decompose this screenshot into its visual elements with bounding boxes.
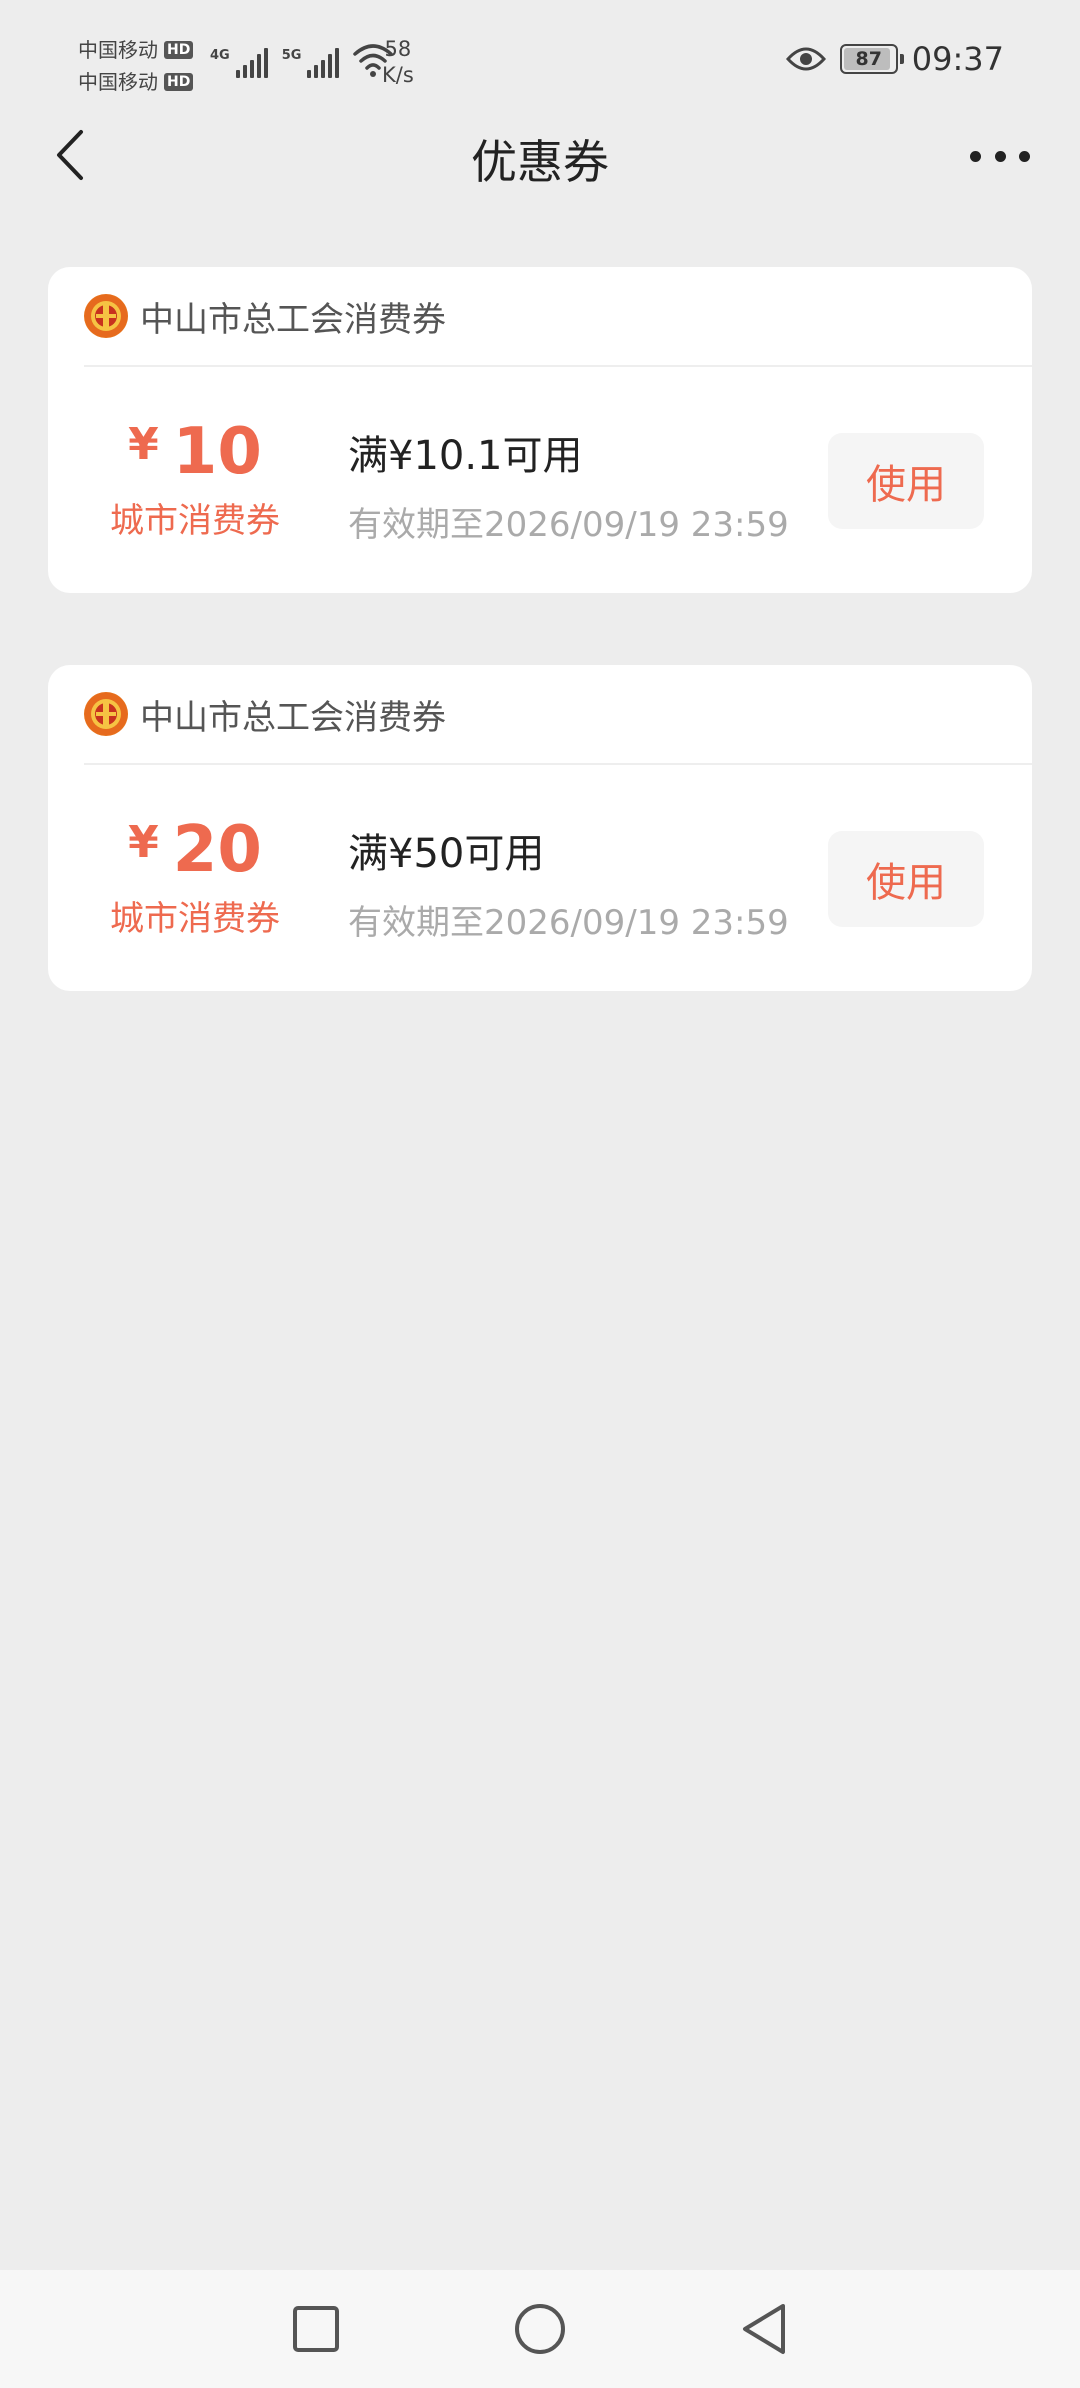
coupon-issuer: 中山市总工会消费券 bbox=[140, 299, 446, 340]
coupon-validity: 有效期至2026/09/19 23:59 bbox=[348, 903, 789, 943]
carrier-name-1: 中国移动 bbox=[78, 38, 158, 62]
network-type-1: 4G bbox=[210, 48, 230, 63]
system-back-button[interactable] bbox=[724, 2289, 804, 2369]
coupon-header: 中山市总工会消费券 bbox=[84, 267, 1032, 367]
coupon-header: 中山市总工会消费券 bbox=[84, 665, 1032, 765]
hd-badge-1: HD bbox=[164, 41, 194, 59]
network-speed: 58 K/s bbox=[382, 36, 414, 88]
more-dot-icon bbox=[970, 150, 981, 162]
coupon-type: 城市消费券 bbox=[110, 501, 280, 541]
network-type-2: 5G bbox=[281, 48, 302, 63]
amount-value: 10 bbox=[172, 415, 262, 489]
recent-apps-button[interactable] bbox=[276, 2289, 356, 2369]
status-bar: 中国移动 HD 中国移动 HD 4G 5G 58 K/s 87 09:37 bbox=[0, 0, 1080, 130]
coupon-body: ¥10 城市消费券 满¥10.1可用 有效期至2026/09/19 23:59 … bbox=[48, 367, 1032, 591]
currency-symbol: ¥ bbox=[128, 419, 159, 470]
hd-badge-2: HD bbox=[164, 73, 194, 91]
status-right: 87 09:37 bbox=[785, 40, 1004, 78]
square-icon bbox=[293, 2306, 339, 2352]
page-title: 优惠券 bbox=[471, 135, 609, 189]
signal-indicators: 4G 5G bbox=[210, 42, 394, 78]
coupon-condition: 满¥50可用 bbox=[348, 831, 545, 877]
carrier-info: 中国移动 HD 中国移动 HD bbox=[78, 34, 194, 98]
more-options-button[interactable] bbox=[970, 146, 1030, 166]
trade-union-logo-icon bbox=[84, 294, 128, 338]
coupon-amount-block: ¥20 城市消费券 bbox=[100, 813, 290, 940]
eye-icon bbox=[785, 47, 826, 71]
trade-union-logo-icon bbox=[84, 692, 128, 736]
home-button[interactable] bbox=[500, 2289, 580, 2369]
signal-4g-icon: 4G bbox=[210, 48, 268, 78]
coupon-card: 中山市总工会消费券 ¥10 城市消费券 满¥10.1可用 有效期至2026/09… bbox=[48, 267, 1032, 593]
coupon-type: 城市消费券 bbox=[110, 899, 280, 939]
more-dot-icon bbox=[994, 150, 1006, 162]
coupon-amount: ¥10 bbox=[100, 415, 290, 489]
nav-bar: 优惠券 bbox=[0, 120, 1080, 220]
coupon-validity: 有效期至2026/09/19 23:59 bbox=[348, 505, 789, 545]
use-coupon-button[interactable]: 使用 bbox=[828, 433, 984, 529]
carrier-name-2: 中国移动 bbox=[78, 70, 158, 94]
speed-unit: K/s bbox=[382, 63, 414, 87]
use-coupon-button[interactable]: 使用 bbox=[828, 831, 984, 927]
coupon-issuer: 中山市总工会消费券 bbox=[140, 697, 446, 738]
speed-value: 58 bbox=[384, 37, 412, 61]
triangle-back-icon bbox=[743, 2304, 785, 2354]
circle-icon bbox=[515, 2304, 565, 2354]
amount-value: 20 bbox=[172, 813, 262, 887]
battery-level: 87 bbox=[855, 48, 882, 70]
system-nav-bar bbox=[0, 2270, 1080, 2388]
coupon-card: 中山市总工会消费券 ¥20 城市消费券 满¥50可用 有效期至2026/09/1… bbox=[48, 665, 1032, 991]
coupon-amount: ¥20 bbox=[100, 813, 290, 887]
coupon-amount-block: ¥10 城市消费券 bbox=[100, 415, 290, 542]
currency-symbol: ¥ bbox=[128, 817, 159, 868]
signal-5g-icon: 5G bbox=[282, 48, 340, 78]
clock: 09:37 bbox=[911, 40, 1004, 78]
battery-icon: 87 bbox=[839, 44, 904, 74]
coupon-body: ¥20 城市消费券 满¥50可用 有效期至2026/09/19 23:59 使用 bbox=[48, 765, 1032, 989]
more-dot-icon bbox=[1019, 150, 1030, 162]
coupon-condition: 满¥10.1可用 bbox=[348, 433, 583, 479]
